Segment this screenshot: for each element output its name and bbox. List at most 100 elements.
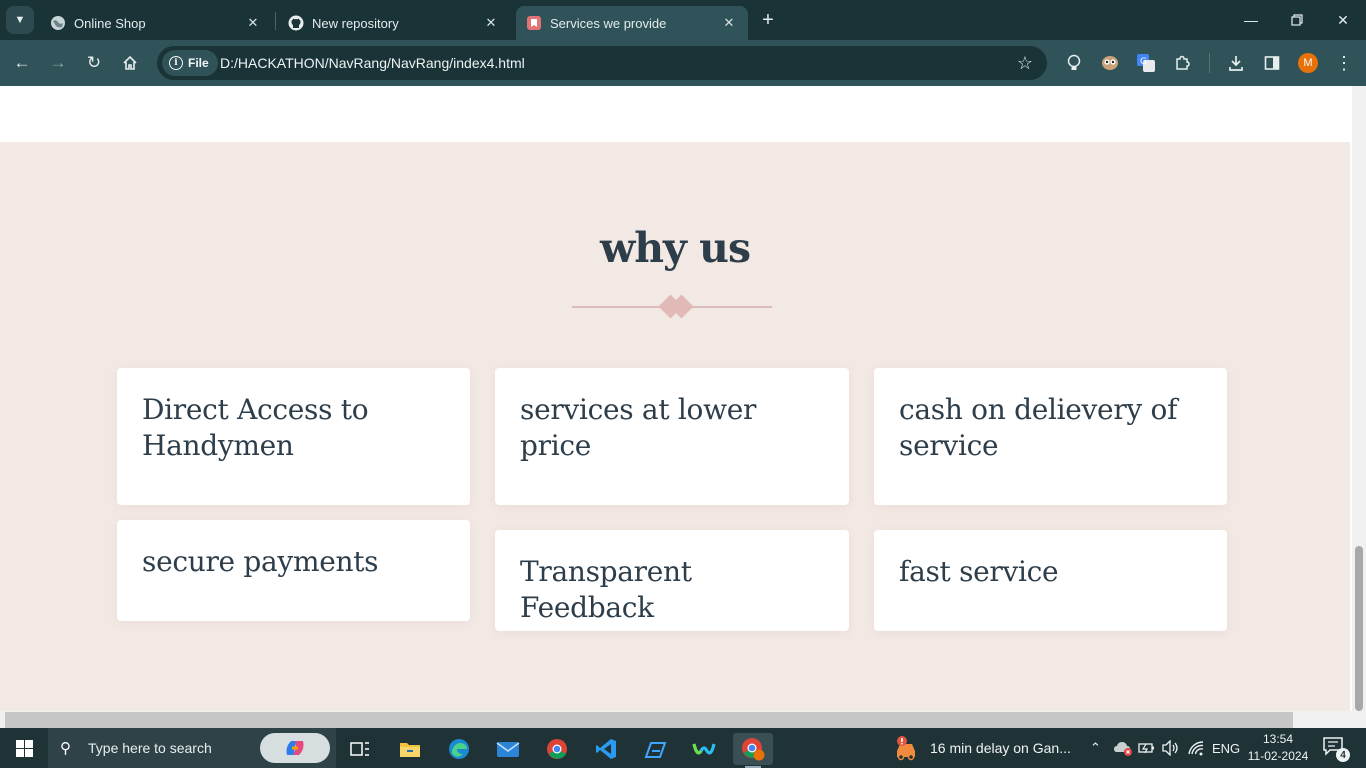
restore-button[interactable] — [1274, 0, 1320, 40]
clock-date: 11-02-2024 — [1247, 749, 1309, 763]
volume-control[interactable] — [1162, 728, 1180, 768]
page-viewport: why us Direct Access to Handymen service… — [0, 86, 1352, 728]
back-button[interactable]: ← — [8, 49, 36, 77]
profile-avatar[interactable]: M — [1298, 53, 1318, 73]
tab-title: Online Shop — [74, 15, 146, 31]
google-translate-icon[interactable]: G — [1136, 53, 1156, 73]
lightbulb-extension-icon[interactable] — [1064, 53, 1084, 73]
feature-card: fast service — [874, 530, 1227, 631]
feature-card-title: cash on delievery of service — [899, 393, 1178, 462]
feature-card-title: Direct Access to Handymen — [142, 393, 369, 462]
section-heading: why us — [599, 224, 751, 272]
speaker-icon — [1162, 740, 1178, 756]
chrome-profile-icon — [742, 738, 765, 761]
site-info-label: File — [188, 56, 209, 70]
site-info-chip[interactable]: i File — [162, 50, 218, 76]
chrome-button[interactable] — [537, 733, 577, 765]
webex-icon — [692, 743, 716, 755]
horizontal-scrollbar-thumb[interactable] — [5, 712, 1293, 728]
close-tab-icon[interactable]: ✕ — [720, 14, 738, 32]
tab-search-button[interactable]: ▼ — [6, 6, 34, 34]
forward-button[interactable]: → — [44, 49, 72, 77]
notification-count-badge: 4 — [1336, 748, 1350, 762]
news-widget[interactable]: 16 min delay on Gan... — [894, 728, 1071, 768]
toolbar-divider — [1209, 53, 1210, 73]
taskbar-search[interactable]: ⚲ Type here to search — [48, 728, 336, 768]
vertical-scrollbar[interactable] — [1352, 86, 1366, 728]
tab-online-shop[interactable]: Online Shop ✕ — [40, 6, 272, 40]
file-explorer-button[interactable] — [390, 733, 430, 765]
wifi-icon — [1188, 741, 1204, 756]
owl-extension-icon[interactable] — [1100, 53, 1120, 73]
feature-card-title: secure payments — [142, 545, 379, 578]
mail-button[interactable] — [488, 733, 528, 765]
download-icon[interactable] — [1226, 53, 1246, 73]
news-text: 16 min delay on Gan... — [930, 740, 1071, 756]
bookmark-star-icon[interactable]: ☆ — [1017, 53, 1033, 74]
mail-icon — [496, 742, 520, 757]
info-icon: i — [169, 56, 183, 70]
feature-card-title: fast service — [899, 555, 1059, 588]
network-status[interactable] — [1187, 728, 1205, 768]
vertical-scrollbar-thumb[interactable] — [1355, 546, 1363, 711]
new-tab-button[interactable]: + — [756, 8, 780, 32]
search-placeholder: Type here to search — [88, 740, 212, 756]
minimize-button[interactable]: — — [1228, 0, 1274, 40]
tab-new-repository[interactable]: New repository ✕ — [278, 6, 510, 40]
vscode-button[interactable] — [586, 733, 626, 765]
svg-text:G: G — [1140, 57, 1147, 67]
side-panel-icon[interactable] — [1262, 53, 1282, 73]
feature-card-title: services at lower price — [520, 393, 757, 462]
feature-card: Transparent Feedback — [495, 530, 849, 631]
close-tab-icon[interactable]: ✕ — [482, 14, 500, 32]
app-button[interactable] — [635, 733, 675, 765]
vscode-icon — [596, 739, 616, 759]
webex-button[interactable] — [684, 733, 724, 765]
minimize-icon: — — [1244, 12, 1258, 28]
chevron-down-icon: ▼ — [14, 14, 26, 26]
copilot-button[interactable] — [260, 733, 330, 763]
address-bar[interactable]: i File D:/HACKATHON/NavRang/NavRang/inde… — [157, 46, 1047, 80]
horizontal-scrollbar[interactable] — [0, 711, 1352, 728]
battery-status[interactable] — [1138, 728, 1156, 768]
copilot-icon — [286, 741, 304, 755]
system-clock[interactable]: 13:54 11-02-2024 — [1244, 731, 1312, 765]
input-language[interactable]: ENG — [1212, 728, 1240, 768]
reload-button[interactable]: ↻ — [80, 49, 108, 77]
close-tab-icon[interactable]: ✕ — [244, 14, 262, 32]
app-icon — [644, 742, 667, 758]
task-view-button[interactable] — [340, 733, 380, 765]
plus-icon: + — [762, 8, 774, 31]
url-text[interactable]: D:/HACKATHON/NavRang/NavRang/index4.html — [220, 46, 525, 80]
show-hidden-icons-button[interactable]: ⌃ — [1090, 728, 1101, 768]
tab-divider — [275, 12, 276, 30]
task-view-icon — [350, 742, 369, 756]
edge-button[interactable] — [439, 733, 479, 765]
kebab-menu-icon[interactable]: ⋮ — [1334, 53, 1354, 73]
home-button[interactable] — [116, 49, 144, 77]
notification-center-button[interactable]: 4 — [1322, 736, 1350, 762]
why-us-section: why us Direct Access to Handymen service… — [0, 142, 1350, 712]
arrow-left-icon: ← — [13, 53, 31, 72]
close-window-button[interactable]: ✕ — [1320, 0, 1366, 40]
github-icon — [288, 15, 304, 31]
tab-title: Services we provide — [550, 15, 667, 31]
windows-taskbar: ⚲ Type here to search 16 min delay on Ga… — [0, 728, 1366, 768]
feature-card: cash on delievery of service — [874, 368, 1227, 505]
tab-strip: ▼ Online Shop ✕ New repository ✕ Service… — [0, 0, 1366, 40]
tab-title: New repository — [312, 15, 399, 31]
start-button[interactable] — [0, 728, 48, 768]
feature-card: secure payments — [117, 520, 470, 621]
feature-card: services at lower price — [495, 368, 849, 505]
bookmark-page-icon — [526, 15, 542, 31]
tab-services-we-provide[interactable]: Services we provide ✕ — [516, 6, 748, 40]
extensions-puzzle-icon[interactable] — [1172, 53, 1192, 73]
edge-icon — [449, 739, 469, 759]
close-icon: ✕ — [1337, 11, 1349, 28]
arrow-right-icon: → — [49, 53, 67, 72]
onedrive-status[interactable] — [1113, 728, 1133, 768]
home-icon — [123, 55, 137, 70]
chevron-up-icon: ⌃ — [1090, 740, 1101, 755]
chrome-profile-button[interactable] — [733, 733, 773, 768]
feature-card: Direct Access to Handymen — [117, 368, 470, 505]
